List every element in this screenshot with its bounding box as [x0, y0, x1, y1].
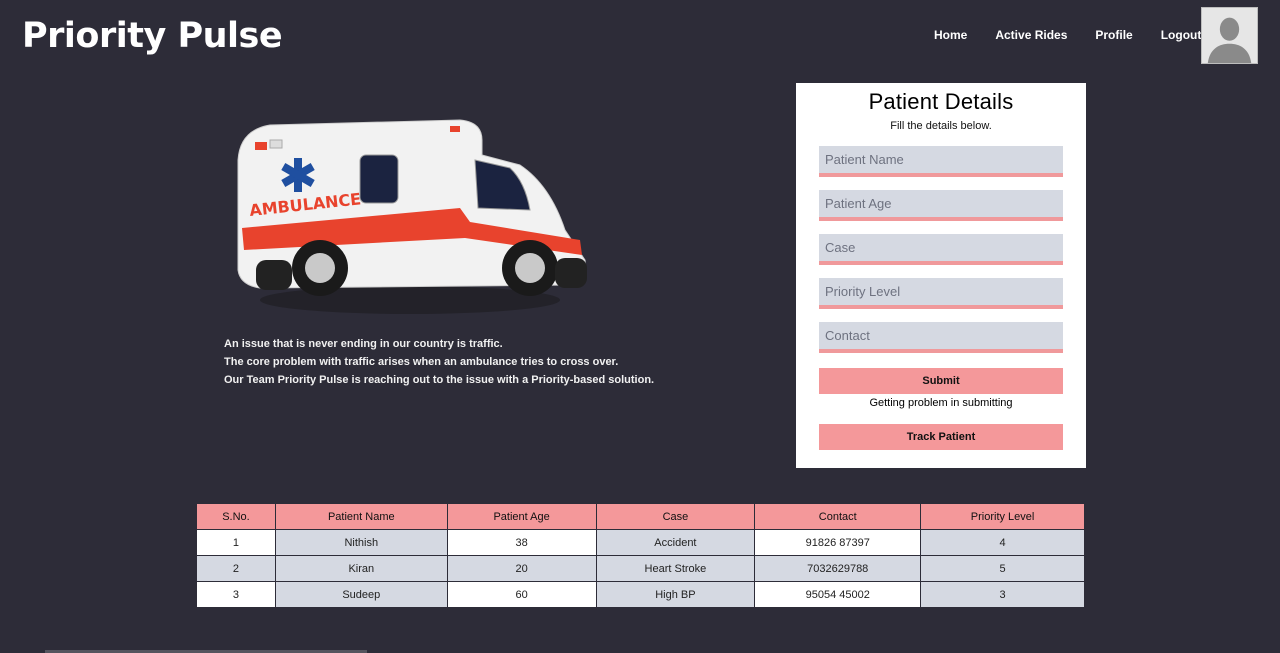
cell-patient-age: 20 — [446, 555, 597, 582]
nav-logout-link[interactable]: Logout — [1161, 28, 1202, 42]
cell-priority-level: 5 — [920, 555, 1085, 582]
cell-patient-age: 38 — [446, 529, 597, 556]
header-contact: Contact — [754, 503, 922, 530]
table-header-row: S.No. Patient Name Patient Age Case Cont… — [196, 503, 1085, 530]
cell-priority-level: 4 — [920, 529, 1085, 556]
patients-table: S.No. Patient Name Patient Age Case Cont… — [196, 503, 1085, 608]
intro-line-1: An issue that is never ending in our cou… — [224, 338, 503, 350]
patient-name-input[interactable] — [819, 146, 1063, 177]
user-avatar-icon[interactable] — [1201, 7, 1258, 64]
cell-case: Accident — [595, 529, 756, 556]
track-patient-button[interactable]: Track Patient — [819, 424, 1063, 450]
cell-case: High BP — [595, 581, 756, 608]
submit-button[interactable]: Submit — [819, 368, 1063, 394]
cell-patient-age: 60 — [446, 581, 597, 608]
table-row: 2 Kiran 20 Heart Stroke 7032629788 5 — [196, 555, 1085, 582]
cell-case: Heart Stroke — [595, 555, 756, 582]
cell-priority-level: 3 — [920, 581, 1085, 608]
nav-home-link[interactable]: Home — [934, 28, 967, 42]
cell-sno: 1 — [196, 529, 276, 556]
form-title: Patient Details — [868, 89, 1014, 114]
header-patient-age: Patient Age — [446, 503, 597, 530]
header-case: Case — [595, 503, 756, 530]
problem-submitting-text: Getting problem in submitting — [869, 397, 1013, 409]
intro-line-3: Our Team Priority Pulse is reaching out … — [224, 374, 655, 386]
nav-profile-link[interactable]: Profile — [1095, 28, 1132, 42]
intro-line-2: The core problem with traffic arises whe… — [224, 356, 619, 368]
nav-active-rides-link[interactable]: Active Rides — [995, 28, 1067, 42]
contact-input[interactable] — [819, 322, 1063, 353]
cell-contact: 91826 87397 — [754, 529, 922, 556]
header-priority-level: Priority Level — [920, 503, 1085, 530]
brand-title: Priority Pulse — [22, 16, 283, 56]
patient-details-card: Patient Details Fill the details below. … — [796, 83, 1086, 468]
cell-contact: 7032629788 — [754, 555, 922, 582]
intro-text: An issue that is never ending in our cou… — [224, 335, 654, 389]
cell-patient-name: Nithish — [274, 529, 448, 556]
cell-sno: 3 — [196, 581, 276, 608]
patient-age-input[interactable] — [819, 190, 1063, 221]
form-subtitle: Fill the details below. — [890, 120, 992, 132]
table-row: 1 Nithish 38 Accident 91826 87397 4 — [196, 529, 1085, 556]
case-input[interactable] — [819, 234, 1063, 265]
header-sno: S.No. — [196, 503, 276, 530]
cell-sno: 2 — [196, 555, 276, 582]
cell-patient-name: Sudeep — [274, 581, 448, 608]
cell-contact: 95054 45002 — [754, 581, 922, 608]
header-patient-name: Patient Name — [274, 503, 448, 530]
table-row: 3 Sudeep 60 High BP 95054 45002 3 — [196, 581, 1085, 608]
cell-patient-name: Kiran — [274, 555, 448, 582]
ambulance-illustration: AMBULANCE — [220, 110, 600, 325]
top-nav: Home Active Rides Profile Logout — [934, 28, 1229, 42]
priority-level-input[interactable] — [819, 278, 1063, 309]
